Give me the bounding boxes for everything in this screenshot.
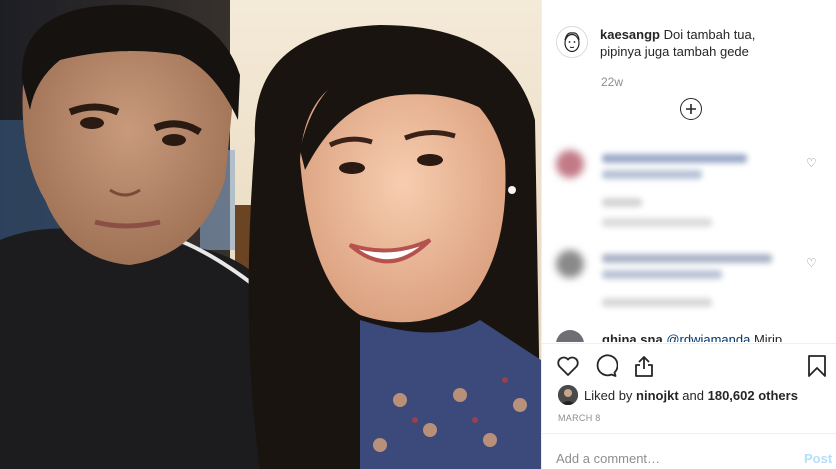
likes-prefix: Liked by	[584, 387, 633, 403]
comment-item-blurred: ♡	[556, 250, 826, 320]
divider	[542, 343, 836, 344]
caption: kaesangp Doi tambah tua, pipinya juga ta…	[600, 26, 800, 60]
comment-avatar[interactable]	[556, 250, 584, 278]
comment-item-blurred: ♡	[556, 150, 826, 230]
blurred-comment-meta	[602, 298, 712, 307]
post-date[interactable]: MARCH 8	[558, 413, 601, 423]
liker-avatar[interactable]	[558, 385, 578, 405]
blurred-comment-text	[602, 270, 722, 279]
face-sketch-icon	[564, 32, 580, 53]
load-more-comments-button[interactable]	[680, 98, 702, 120]
post-sidebar: kaesangp Doi tambah tua, pipinya juga ta…	[541, 0, 836, 469]
like-button[interactable]	[556, 354, 580, 383]
plus-circle-icon	[686, 104, 696, 114]
likes-summary: Liked by ninojkt and 180,602 others	[558, 385, 798, 405]
caption-timestamp[interactable]: 22w	[601, 75, 623, 89]
likes-user[interactable]: ninojkt	[636, 388, 679, 403]
bookmark-icon	[808, 355, 826, 377]
blurred-comment-text	[602, 254, 772, 263]
comment-avatar[interactable]	[556, 330, 584, 342]
heart-icon	[557, 356, 579, 376]
post-photo[interactable]	[0, 0, 541, 469]
comment-like-icon[interactable]: ♡	[806, 256, 817, 270]
save-button[interactable]	[806, 354, 828, 383]
divider	[542, 433, 836, 434]
likes-and: and	[682, 387, 704, 403]
caption-row: kaesangp Doi tambah tua, pipinya juga ta…	[556, 26, 826, 60]
comment-icon	[596, 354, 619, 377]
comment-mention[interactable]: @rdwiamanda	[666, 332, 750, 342]
comment-avatar[interactable]	[556, 150, 584, 178]
liker-photo	[558, 385, 578, 405]
comment-body: Mirip	[753, 332, 783, 342]
author-avatar[interactable]	[556, 26, 588, 58]
action-bar	[556, 354, 826, 380]
likes-count[interactable]: 180,602 others	[708, 388, 798, 403]
share-icon	[635, 356, 653, 377]
blurred-comment-text	[602, 154, 747, 163]
comment-button[interactable]	[594, 354, 619, 383]
comment-like-icon[interactable]: ♡	[806, 156, 817, 170]
blurred-comment-replies	[602, 218, 712, 227]
photo-illustration	[0, 0, 541, 469]
add-comment-input[interactable]	[556, 451, 746, 466]
comment-text: ghina.sna @rdwiamanda Mirip	[602, 332, 782, 342]
comment-item-partial: ghina.sna @rdwiamanda Mirip	[556, 330, 826, 342]
comment-username[interactable]: ghina.sna	[602, 332, 663, 342]
caption-username[interactable]: kaesangp	[600, 27, 660, 42]
share-button[interactable]	[632, 354, 656, 383]
blurred-comment-meta	[602, 198, 642, 207]
blurred-comment-text	[602, 170, 702, 179]
post-comment-button[interactable]: Post	[804, 451, 832, 466]
